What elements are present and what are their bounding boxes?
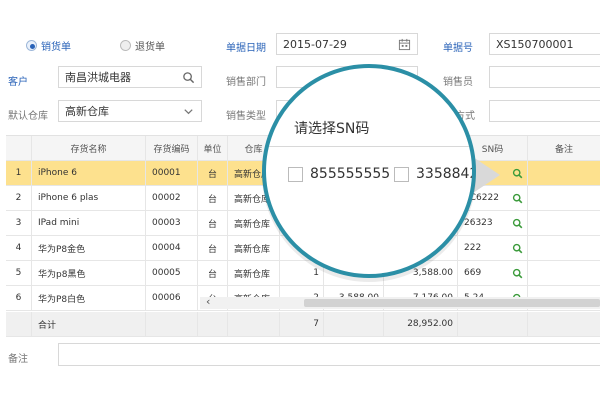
row-unit[interactable]: 台 (198, 186, 228, 210)
row-warehouse[interactable]: 高新仓库 (228, 236, 280, 260)
sum-amount: 28,952.00 (384, 312, 458, 336)
settle-field[interactable] (489, 100, 600, 122)
row-name[interactable]: iPhone 6 plas (32, 186, 146, 210)
checkbox-icon[interactable] (288, 166, 303, 182)
row-code[interactable]: 00003 (146, 211, 198, 235)
date-field[interactable]: 2015-07-29 (276, 33, 418, 55)
customer-field[interactable]: 南昌洪城电器 (58, 66, 202, 88)
warehouse-label: 默认仓库 (8, 111, 48, 122)
sum-empty (528, 312, 600, 336)
row-name[interactable]: 华为P8白色 (32, 286, 146, 310)
checkbox-icon[interactable] (394, 166, 409, 182)
date-value: 2015-07-29 (283, 37, 347, 51)
search-icon[interactable] (512, 168, 523, 179)
row-unit[interactable]: 台 (198, 161, 228, 185)
search-icon[interactable] (512, 243, 523, 254)
salesman-field[interactable] (489, 66, 600, 88)
header-code: 存货编码 (146, 136, 198, 160)
date-label: 单据日期 (226, 43, 266, 54)
chevron-left-icon[interactable]: ‹ (206, 295, 210, 308)
header-name: 存货名称 (32, 136, 146, 160)
radio-checked-icon (26, 40, 37, 51)
row-warehouse[interactable]: 高新仓库 (228, 261, 280, 285)
chevron-down-icon (184, 109, 193, 115)
note-label: 备注 (8, 354, 28, 365)
row-index: 4 (6, 236, 32, 260)
row-code[interactable]: 00004 (146, 236, 198, 260)
table-row[interactable]: 5 华为p8黑色 00005 台 高新仓库 1 3,588.00 669 (6, 261, 600, 286)
sum-empty (198, 312, 228, 336)
radio-unchecked-icon (120, 40, 131, 51)
customer-label: 客户 (8, 77, 28, 88)
radio-sales-label: 销货单 (41, 42, 71, 53)
table-sum-row: 合计 7 28,952.00 (6, 312, 600, 337)
row-sn-value: 222 (464, 243, 482, 253)
row-name[interactable]: IPad mini (32, 211, 146, 235)
type-label: 销售类型 (226, 111, 266, 122)
sum-label: 合计 (32, 312, 146, 336)
row-code[interactable]: 00002 (146, 186, 198, 210)
row-remark[interactable] (528, 211, 600, 235)
dept-label: 销售部门 (226, 77, 266, 88)
row-sn[interactable]: 26323 (458, 211, 528, 235)
sn-option-2-label: 3358842 (416, 166, 476, 182)
header-unit: 单位 (198, 136, 228, 160)
row-unit[interactable]: 台 (198, 261, 228, 285)
search-icon[interactable] (182, 71, 195, 84)
row-remark[interactable] (528, 161, 600, 185)
row-name[interactable]: iPhone 6 (32, 161, 146, 185)
sn-select-dialog: 请选择SN码 855555555 3358842 (262, 64, 476, 278)
row-index: 2 (6, 186, 32, 210)
salesman-label: 销售员 (443, 77, 473, 88)
sum-empty (146, 312, 198, 336)
dialog-title: 请选择SN码 (294, 121, 370, 137)
row-sn-value: 669 (464, 268, 482, 278)
row-index: 3 (6, 211, 32, 235)
sum-qty: 7 (280, 312, 324, 336)
sn-option-2[interactable]: 3358842 (394, 166, 476, 182)
calendar-icon[interactable] (398, 38, 411, 51)
sum-empty (324, 312, 384, 336)
row-unit[interactable]: 台 (198, 236, 228, 260)
sum-index (6, 312, 32, 336)
search-icon[interactable] (512, 268, 523, 279)
note-field[interactable] (58, 343, 600, 366)
row-index: 6 (6, 286, 32, 310)
row-sn[interactable]: 669 (458, 261, 528, 285)
radio-return[interactable]: 退货单 (120, 38, 165, 53)
row-remark[interactable] (528, 186, 600, 210)
horizontal-scrollbar[interactable]: ‹ (200, 295, 600, 309)
header-remark: 备注 (554, 144, 573, 155)
row-name[interactable]: 华为p8黑色 (32, 261, 146, 285)
customer-value: 南昌洪城电器 (65, 71, 131, 84)
scrollbar-thumb[interactable] (304, 299, 600, 307)
sn-option-1[interactable]: 855555555 (288, 166, 390, 182)
sum-empty (228, 312, 280, 336)
row-unit[interactable]: 台 (198, 211, 228, 235)
warehouse-value: 高新仓库 (65, 105, 109, 118)
row-index: 5 (6, 261, 32, 285)
dialog-divider (266, 146, 472, 147)
no-value: XS150700001 (496, 37, 574, 51)
warehouse-select[interactable]: 高新仓库 (58, 100, 202, 122)
search-icon[interactable] (512, 193, 523, 204)
no-field[interactable]: XS150700001 (489, 33, 600, 55)
sn-option-1-label: 855555555 (310, 166, 391, 182)
row-sn-value: 26323 (464, 218, 493, 228)
radio-return-label: 退货单 (135, 42, 165, 53)
sum-empty (458, 312, 528, 336)
radio-sales[interactable]: 销货单 (26, 38, 71, 53)
row-sn[interactable]: 222 (458, 236, 528, 260)
search-icon[interactable] (512, 218, 523, 229)
row-code[interactable]: 00006 (146, 286, 198, 310)
no-label: 单据号 (443, 43, 473, 54)
row-code[interactable]: 00005 (146, 261, 198, 285)
header-index (6, 136, 32, 160)
row-index: 1 (6, 161, 32, 185)
row-remark[interactable] (528, 261, 600, 285)
row-remark[interactable] (528, 236, 600, 260)
row-code[interactable]: 00001 (146, 161, 198, 185)
row-name[interactable]: 华为P8金色 (32, 236, 146, 260)
